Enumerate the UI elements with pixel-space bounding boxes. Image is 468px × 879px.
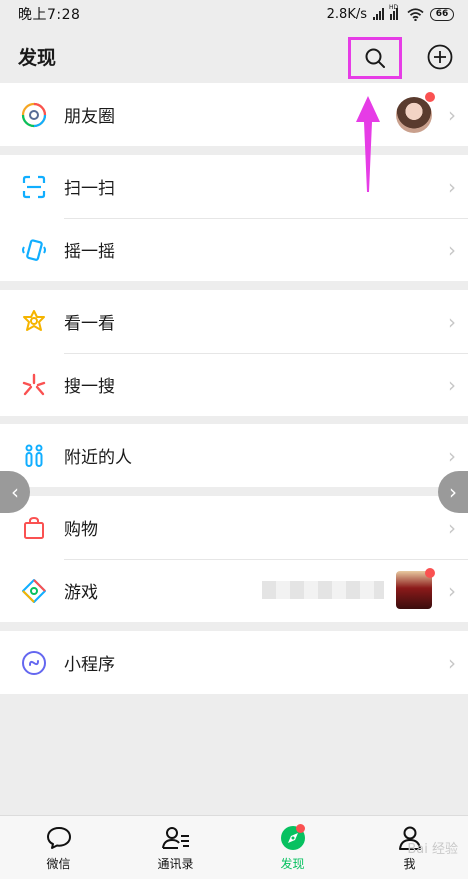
list-item-label: 朋友圈 <box>64 107 115 127</box>
chevron-right-icon: › <box>448 102 456 127</box>
status-indicators: 2.8K/s HD 66 <box>326 4 454 22</box>
list-item-label: 搜一搜 <box>64 377 115 397</box>
page-title: 发现 <box>18 46 57 69</box>
group-shopping-games: 购物 › 游戏 › <box>0 496 468 622</box>
chevron-right-icon: › <box>449 480 457 504</box>
signal-icon <box>373 8 384 20</box>
group-mini-programs: 小程序 › <box>0 631 468 694</box>
shopping-icon <box>20 514 48 542</box>
chevron-right-icon: › <box>448 443 456 468</box>
group-stories-search: 看一看 › 搜一搜 › <box>0 290 468 416</box>
list-item-label: 附近的人 <box>64 448 132 468</box>
list-item-moments[interactable]: 朋友圈 › <box>0 83 468 146</box>
list-item-scan[interactable]: 扫一扫 › <box>0 155 468 218</box>
notification-dot <box>296 824 305 833</box>
tab-label: 我 <box>403 857 416 871</box>
add-button[interactable] <box>426 43 454 71</box>
plus-circle-icon <box>427 44 453 70</box>
group-moments: 朋友圈 › <box>0 83 468 146</box>
list-item-label: 购物 <box>64 520 98 540</box>
chevron-right-icon: › <box>448 650 456 675</box>
network-speed: 2.8K/s <box>326 6 367 22</box>
wifi-icon <box>407 7 424 21</box>
tab-label: 发现 <box>280 857 305 871</box>
chevron-right-icon: › <box>448 578 456 603</box>
chevron-right-icon: › <box>448 174 456 199</box>
list-item-label: 看一看 <box>64 314 115 334</box>
mini-programs-icon <box>20 649 48 677</box>
chevron-left-icon: ‹ <box>11 480 19 504</box>
tab-label: 通讯录 <box>157 857 194 871</box>
scan-icon <box>20 173 48 201</box>
list-item-mini-programs[interactable]: 小程序 › <box>0 631 468 694</box>
list-item-shake[interactable]: 摇一摇 › <box>0 218 468 281</box>
moments-icon <box>20 101 48 129</box>
signal-hd-icon: HD <box>389 4 401 20</box>
watermark: Bai 经验 <box>407 842 458 857</box>
contacts-icon <box>161 823 191 853</box>
list-item-label: 扫一扫 <box>64 179 115 199</box>
search-button[interactable] <box>348 37 402 79</box>
list-item-label: 小程序 <box>64 655 115 675</box>
tab-bar: 微信 通讯录 发现 我 <box>0 815 468 879</box>
header: 发现 <box>0 28 468 84</box>
chevron-right-icon: › <box>448 515 456 540</box>
games-icon <box>20 577 48 605</box>
list-item-people-nearby[interactable]: 附近的人 › <box>0 424 468 487</box>
chevron-right-icon: › <box>448 372 456 397</box>
list-item-label: 摇一摇 <box>64 242 115 262</box>
top-stories-icon <box>20 308 48 336</box>
list-item-games[interactable]: 游戏 › <box>0 559 468 622</box>
chat-bubble-icon <box>44 823 74 853</box>
list-item-shopping[interactable]: 购物 › <box>0 496 468 559</box>
list-item-top-stories[interactable]: 看一看 › <box>0 290 468 353</box>
notification-dot <box>425 92 435 102</box>
notification-dot <box>425 568 435 578</box>
group-nearby: 附近的人 › <box>0 424 468 487</box>
list-item-search[interactable]: 搜一搜 › <box>0 353 468 416</box>
blurred-text <box>262 581 384 599</box>
shake-icon <box>20 236 48 264</box>
tab-label: 微信 <box>46 857 71 871</box>
chevron-right-icon: › <box>448 237 456 262</box>
search-icon <box>365 48 385 68</box>
chevron-right-icon: › <box>448 309 456 334</box>
status-bar: 晚上7:28 2.8K/s HD 66 <box>0 0 468 28</box>
people-nearby-icon <box>20 442 48 470</box>
list-item-label: 游戏 <box>64 583 98 603</box>
annotation-arrow-icon <box>356 96 380 192</box>
tab-chats[interactable]: 微信 <box>0 816 117 879</box>
status-time: 晚上7:28 <box>18 7 81 23</box>
avatar <box>396 97 432 133</box>
battery-indicator: 66 <box>430 7 454 21</box>
group-scan-shake: 扫一扫 › 摇一摇 › <box>0 155 468 281</box>
search-search-icon <box>20 371 48 399</box>
tab-contacts[interactable]: 通讯录 <box>117 816 234 879</box>
tab-discover[interactable]: 发现 <box>234 816 351 879</box>
